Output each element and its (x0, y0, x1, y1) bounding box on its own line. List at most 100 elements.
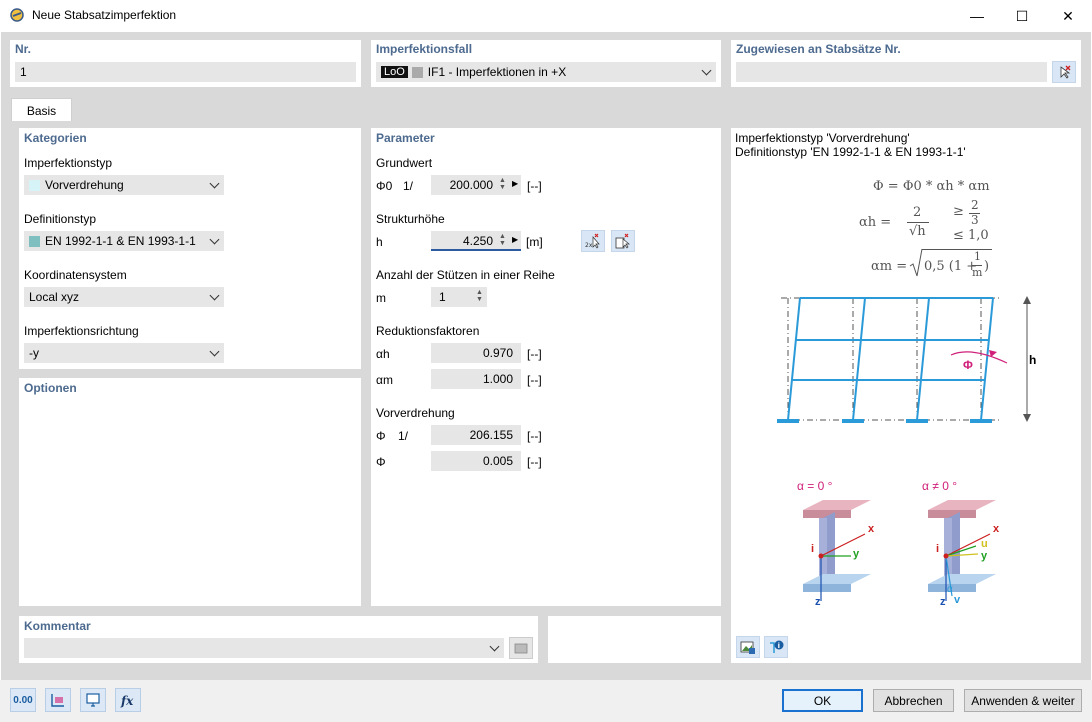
info-panel: Imperfektionstyp 'Vorverdrehung' Definit… (731, 128, 1081, 663)
formula-alpha-m-rhs: 0,5 (1 + (924, 259, 978, 274)
grundwert-label: Grundwert (376, 156, 433, 170)
formula-ge-num: 2 (971, 198, 979, 212)
axis-z-label: z (815, 596, 821, 608)
frame-diagram (777, 296, 1031, 423)
chevron-down-icon (209, 346, 220, 357)
formula-alpha-m-lhs: αm = (871, 259, 908, 274)
assigned-panel: Zugewiesen an Stabsätze Nr. (731, 40, 1081, 87)
close-button[interactable]: ✕ (1045, 0, 1091, 32)
vorverdrehung-label: Vorverdrehung (376, 406, 455, 420)
coord-system-value: Local xyz (29, 290, 80, 304)
cancel-button[interactable]: Abbrechen (873, 689, 954, 712)
picture-icon (740, 641, 755, 654)
axis-v-label: v (954, 594, 961, 606)
phi-inverse-value: 206.155 (431, 425, 521, 445)
assigned-field[interactable] (736, 62, 1047, 82)
window-title: Neue Stabsatzimperfektion (32, 8, 177, 22)
phi0-spinner[interactable]: ▲ ▼ (499, 177, 506, 191)
definition-type-select[interactable]: EN 1992-1-1 & EN 1993-1-1 (24, 231, 224, 251)
info-line-1: Imperfektionstyp 'Vorverdrehung' (735, 131, 910, 145)
comment-edit-button[interactable] (509, 637, 533, 659)
formula-le: ≤ 1,0 (953, 228, 989, 243)
phi-value: 0.005 (431, 451, 521, 471)
categories-panel: Kategorien Imperfektionstyp Vorverdrehun… (19, 128, 361, 369)
decimal-places-text: 0.00 (13, 694, 33, 706)
decimal-places-button[interactable]: 0.00 (10, 688, 36, 712)
display-settings-button[interactable] (80, 688, 106, 712)
case-color-swatch (411, 66, 423, 78)
formula-alpha-h-lhs: αh = (859, 215, 892, 230)
alpha-h-value: 0.970 (431, 343, 521, 363)
pick-height-alt-button[interactable] (611, 230, 635, 252)
image-export-button[interactable] (736, 636, 760, 658)
fraction-bar (907, 222, 929, 223)
pick-document-icon (615, 233, 630, 249)
axis-z2-label: z (940, 596, 946, 608)
info-icon: i (770, 640, 784, 653)
phi-inverse-unit: [--] (527, 429, 542, 443)
comment-field[interactable] (24, 638, 504, 658)
pick-members-button[interactable] (1052, 61, 1076, 83)
reduktion-label: Reduktionsfaktoren (376, 324, 480, 338)
strukturhoehe-label: Strukturhöhe (376, 212, 445, 226)
axis-x-label: x (868, 523, 875, 535)
svg-text:2x: 2x (585, 242, 593, 249)
function-icon: fx (120, 694, 134, 708)
nr-label: Nr. (15, 42, 32, 56)
info-button[interactable]: i (764, 636, 788, 658)
pick-height-icon: 2x (585, 233, 600, 249)
formula-alpha-h-num: 2 (913, 205, 922, 220)
alpha-nonzero-label: α ≠ 0 ° (922, 479, 957, 493)
case-select[interactable]: LoO IF1 - Imperfektionen in +X (376, 62, 716, 82)
h-unit: [m] (526, 235, 543, 249)
nr-field[interactable]: 1 (15, 62, 356, 82)
pick-height-button[interactable]: 2x (581, 230, 605, 252)
h-input[interactable]: 4.250 (431, 231, 521, 251)
formula-phi: Φ = Φ0 * αh * αm (873, 179, 990, 194)
chevron-down-icon (489, 641, 500, 652)
phi-unit: [--] (527, 455, 542, 469)
chevron-down-icon (209, 178, 220, 189)
comment-aux-panel (548, 616, 721, 663)
units-button[interactable] (45, 688, 71, 712)
axis-u-label: u (981, 538, 988, 550)
phi0-symbol: Φ0 (376, 179, 393, 193)
minimize-button[interactable]: — (954, 0, 1000, 32)
direction-select[interactable]: -y (24, 343, 224, 363)
tab-strip (1, 98, 1091, 122)
ok-button[interactable]: OK (782, 689, 863, 712)
imperfection-type-select[interactable]: Vorverdrehung (24, 175, 224, 195)
maximize-button[interactable]: ☐ (999, 0, 1045, 32)
phi0-arrow-icon[interactable]: ▶ (512, 179, 518, 188)
apply-continue-button[interactable]: Anwenden & weiter (964, 689, 1082, 712)
formula-frac-den: m (972, 266, 983, 279)
axis-alpha-label: α (947, 584, 953, 595)
phi0-input[interactable]: 200.000 (431, 175, 521, 195)
alpha-zero-label: α = 0 ° (797, 479, 833, 493)
formula-close: ) (984, 259, 990, 274)
axis-i-label: i (811, 543, 815, 555)
formula-ge-den: 3 (971, 213, 979, 227)
h-spinner[interactable]: ▲ ▼ (499, 233, 506, 247)
phi-prefix: 1/ (398, 429, 409, 443)
coord-system-select[interactable]: Local xyz (24, 287, 224, 307)
imperfection-type-label: Imperfektionstyp (24, 156, 113, 170)
axis-y-label: y (853, 548, 860, 560)
sqrt-bar (922, 249, 992, 250)
frame-height-label: h (1029, 353, 1037, 367)
h-arrow-icon[interactable]: ▶ (512, 235, 518, 244)
m-symbol: m (376, 291, 386, 305)
m-spinner[interactable]: ▲ ▼ (476, 289, 483, 303)
parameter-title: Parameter (376, 131, 435, 145)
categories-title: Kategorien (24, 131, 87, 145)
alpha-m-value: 1.000 (431, 369, 521, 389)
direction-value: -y (29, 346, 39, 360)
tab-basis[interactable]: Basis (11, 98, 72, 122)
definition-color-swatch (29, 235, 40, 247)
section-alpha-zero-diagram (803, 500, 871, 601)
chevron-down-icon (701, 65, 712, 76)
formula-button[interactable]: fx (115, 688, 141, 712)
alpha-h-symbol: αh (376, 347, 390, 361)
section-alpha-nonzero-diagram (928, 500, 996, 601)
alpha-m-symbol: αm (376, 373, 393, 387)
